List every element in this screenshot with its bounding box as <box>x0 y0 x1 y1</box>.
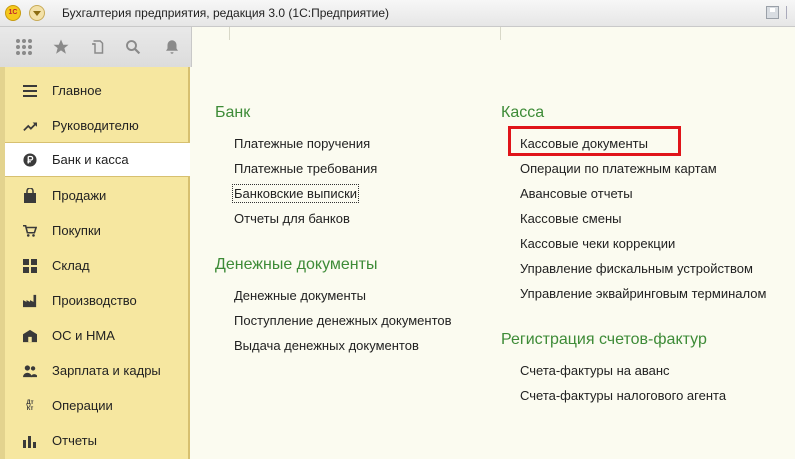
bell-icon[interactable] <box>160 35 184 59</box>
top-divider <box>229 27 230 40</box>
group-title-bank: Банк <box>215 104 251 121</box>
factory-icon <box>23 294 37 308</box>
history-icon[interactable] <box>86 35 110 59</box>
link-bank-statements[interactable]: Банковские выписки <box>231 184 360 203</box>
link-payment-requests[interactable]: Платежные требования <box>234 161 377 176</box>
sidebar-item-label: Руководителю <box>52 118 139 133</box>
window-controls[interactable] <box>786 6 795 19</box>
link-advance-invoices[interactable]: Счета-фактуры на аванс <box>520 363 670 378</box>
search-icon[interactable] <box>121 35 145 59</box>
sidebar-item-label: Производство <box>52 293 137 308</box>
sidebar-item-label: ОС и НМА <box>52 328 115 343</box>
trend-up-icon <box>23 119 37 133</box>
window-title: Бухгалтерия предприятия, редакция 3.0 (1… <box>62 6 390 20</box>
link-card-operations[interactable]: Операции по платежным картам <box>520 161 717 176</box>
sidebar-item-label: Зарплата и кадры <box>52 363 161 378</box>
link-cash-shifts[interactable]: Кассовые смены <box>520 211 621 226</box>
link-advance-reports[interactable]: Авансовые отчеты <box>520 186 633 201</box>
sidebar-item-label: Банк и касса <box>52 152 129 167</box>
highlight-frame <box>508 126 681 156</box>
bar-chart-icon <box>23 434 37 448</box>
sidebar-item-operations[interactable]: Дт Кт Операции <box>5 388 188 423</box>
link-bank-reports[interactable]: Отчеты для банков <box>234 211 350 226</box>
sections-panel: Главное Руководителю Банк и касса Продаж… <box>5 67 190 459</box>
sidebar-item-bank-cash[interactable]: Банк и касса <box>5 142 190 177</box>
menu-lines-icon <box>23 84 37 98</box>
ruble-icon <box>23 152 37 167</box>
star-icon[interactable] <box>49 35 73 59</box>
link-acquiring-terminal[interactable]: Управление эквайринговым терминалом <box>520 286 766 301</box>
top-divider <box>500 27 501 40</box>
warehouse-icon <box>23 258 37 273</box>
link-money-documents[interactable]: Денежные документы <box>234 288 366 303</box>
sidebar-item-fixed-assets[interactable]: ОС и НМА <box>5 318 188 353</box>
debit-credit-icon: Дт Кт <box>26 399 34 412</box>
link-correction-receipts[interactable]: Кассовые чеки коррекции <box>520 236 675 251</box>
sidebar-item-label: Покупки <box>52 223 101 238</box>
link-money-docs-issue[interactable]: Выдача денежных документов <box>234 338 419 353</box>
sidebar-item-label: Отчеты <box>52 433 97 448</box>
save-icon[interactable] <box>766 6 779 19</box>
sidebar-item-main[interactable]: Главное <box>5 73 188 108</box>
group-title-money-docs: Денежные документы <box>215 256 378 273</box>
sidebar-item-label: Главное <box>52 83 102 98</box>
section-toolbar <box>0 27 192 67</box>
group-title-cash: Касса <box>501 104 545 121</box>
link-tax-agent-invoices[interactable]: Счета-фактуры налогового агента <box>520 388 726 403</box>
sidebar-item-label: Операции <box>52 398 113 413</box>
sidebar-item-purchases[interactable]: Покупки <box>5 213 188 248</box>
sidebar-item-label: Склад <box>52 258 90 273</box>
shopping-bag-icon <box>23 187 37 203</box>
link-payment-orders[interactable]: Платежные поручения <box>234 136 370 151</box>
app-logo[interactable]: 1С <box>5 5 21 21</box>
sidebar-item-warehouse[interactable]: Склад <box>5 248 188 283</box>
sidebar-item-label: Продажи <box>52 188 107 203</box>
sidebar-item-reports[interactable]: Отчеты <box>5 423 188 458</box>
building-icon <box>23 329 37 343</box>
main-menu-button[interactable] <box>29 5 45 21</box>
sidebar-item-sales[interactable]: Продажи <box>5 178 188 213</box>
sidebar-item-manager[interactable]: Руководителю <box>5 108 188 143</box>
apps-grid-icon[interactable] <box>12 35 36 59</box>
cart-icon <box>23 224 37 238</box>
link-fiscal-device[interactable]: Управление фискальным устройством <box>520 261 753 276</box>
group-title-invoices: Регистрация счетов-фактур <box>501 331 707 348</box>
link-money-docs-receipt[interactable]: Поступление денежных документов <box>234 313 452 328</box>
sidebar-item-production[interactable]: Производство <box>5 283 188 318</box>
people-icon <box>23 364 37 378</box>
title-bar: 1С Бухгалтерия предприятия, редакция 3.0… <box>0 0 795 27</box>
sidebar-item-salary-hr[interactable]: Зарплата и кадры <box>5 353 188 388</box>
